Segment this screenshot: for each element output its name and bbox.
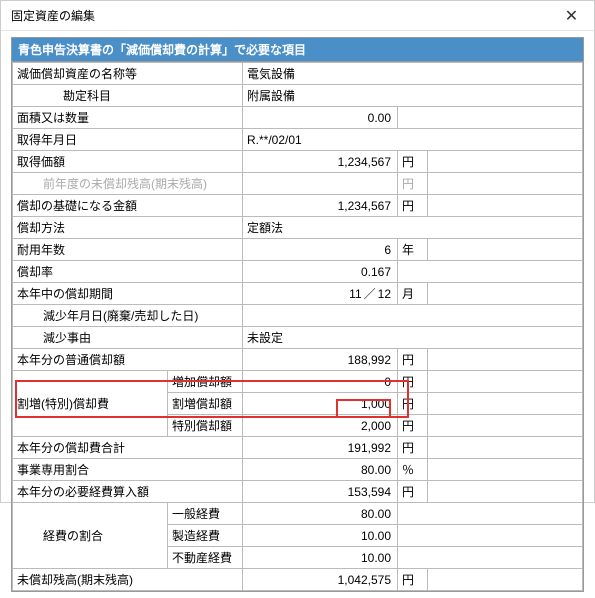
unit-sp-special: 円 bbox=[398, 415, 428, 437]
unit-period: 月 bbox=[398, 283, 428, 305]
unit-base: 円 bbox=[398, 195, 428, 217]
content: 青色申告決算書の「減価償却費の計算」で必要な項目 減価償却資産の名称等 電気設備… bbox=[1, 31, 594, 598]
label-exp-general: 一般経費 bbox=[168, 503, 243, 525]
label-acq-date: 取得年月日 bbox=[13, 129, 243, 151]
unit-ordinary: 円 bbox=[398, 349, 428, 371]
label-total: 本年分の償却費合計 bbox=[13, 437, 243, 459]
titlebar: 固定資産の編集 ✕ bbox=[1, 1, 594, 31]
label-area: 面積又は数量 bbox=[13, 107, 243, 129]
row-name: 減価償却資産の名称等 電気設備 bbox=[13, 63, 583, 85]
unit-acq-cost: 円 bbox=[398, 151, 428, 173]
unit-life: 年 bbox=[398, 239, 428, 261]
close-icon: ✕ bbox=[565, 6, 578, 26]
row-sp-inc: 割増(特別)償却費 増加償却額 0 円 bbox=[13, 371, 583, 393]
unit-remaining: 円 bbox=[398, 569, 428, 591]
value-sp-special[interactable]: 2,000 bbox=[243, 415, 398, 437]
label-acq-cost: 取得価額 bbox=[13, 151, 243, 173]
label-life: 耐用年数 bbox=[13, 239, 243, 261]
label-prev-bal: 前年度の未償却残高(期末残高) bbox=[13, 173, 243, 195]
value-acq-date[interactable]: R.**/02/01 bbox=[243, 129, 583, 151]
row-remaining: 未償却残高(期末残高) 1,042,575 円 bbox=[13, 569, 583, 591]
value-method[interactable]: 定額法 bbox=[243, 217, 583, 239]
row-account: 勘定科目 附属設備 bbox=[13, 85, 583, 107]
label-remaining: 未償却残高(期末残高) bbox=[13, 569, 243, 591]
row-exp-general: 経費の割合 一般経費 80.00 bbox=[13, 503, 583, 525]
value-account[interactable]: 附属設備 bbox=[243, 85, 583, 107]
form-table: 減価償却資産の名称等 電気設備 勘定科目 附属設備 面積又は数量 0.00 取得… bbox=[12, 62, 583, 591]
value-exp-mfg[interactable]: 10.00 bbox=[243, 525, 398, 547]
value-exp-re[interactable]: 10.00 bbox=[243, 547, 398, 569]
label-name: 減価償却資産の名称等 bbox=[13, 63, 243, 85]
row-ordinary: 本年分の普通償却額 188,992 円 bbox=[13, 349, 583, 371]
label-dec-date: 減少年月日(廃棄/売却した日) bbox=[13, 305, 243, 327]
unit-prev-bal: 円 bbox=[398, 173, 428, 195]
label-method: 償却方法 bbox=[13, 217, 243, 239]
value-base[interactable]: 1,234,567 bbox=[243, 195, 398, 217]
row-total: 本年分の償却費合計 191,992 円 bbox=[13, 437, 583, 459]
value-exp-general[interactable]: 80.00 bbox=[243, 503, 398, 525]
value-ordinary[interactable]: 188,992 bbox=[243, 349, 398, 371]
panel-header: 青色申告決算書の「減価償却費の計算」で必要な項目 bbox=[12, 38, 583, 62]
label-sp-special: 特別償却額 bbox=[168, 415, 243, 437]
window-title: 固定資産の編集 bbox=[11, 7, 95, 24]
value-period[interactable]: 11／12 bbox=[243, 283, 398, 305]
row-base: 償却の基礎になる金額 1,234,567 円 bbox=[13, 195, 583, 217]
unit-area bbox=[398, 107, 583, 129]
unit-necessary: 円 bbox=[398, 481, 428, 503]
value-dec-reason[interactable]: 未設定 bbox=[243, 327, 583, 349]
value-prev-bal bbox=[243, 173, 398, 195]
row-acq-date: 取得年月日 R.**/02/01 bbox=[13, 129, 583, 151]
row-rate: 償却率 0.167 bbox=[13, 261, 583, 283]
unit-sp-inc: 円 bbox=[398, 371, 428, 393]
value-area[interactable]: 0.00 bbox=[243, 107, 398, 129]
label-special-grp: 割増(特別)償却費 bbox=[13, 371, 168, 437]
row-period: 本年中の償却期間 11／12 月 bbox=[13, 283, 583, 305]
label-rate: 償却率 bbox=[13, 261, 243, 283]
row-area: 面積又は数量 0.00 bbox=[13, 107, 583, 129]
row-dec-date: 減少年月日(廃棄/売却した日) bbox=[13, 305, 583, 327]
label-biz-ratio: 事業専用割合 bbox=[13, 459, 243, 481]
row-method: 償却方法 定額法 bbox=[13, 217, 583, 239]
value-rate[interactable]: 0.167 bbox=[243, 261, 398, 283]
label-dec-reason: 減少事由 bbox=[13, 327, 243, 349]
label-period: 本年中の償却期間 bbox=[13, 283, 243, 305]
row-necessary: 本年分の必要経費算入額 153,594 円 bbox=[13, 481, 583, 503]
unit-sp-extra: 円 bbox=[398, 393, 428, 415]
row-acq-cost: 取得価額 1,234,567 円 bbox=[13, 151, 583, 173]
value-sp-extra[interactable]: 1,000 bbox=[243, 393, 398, 415]
value-total[interactable]: 191,992 bbox=[243, 437, 398, 459]
unit-total: 円 bbox=[398, 437, 428, 459]
label-exp-grp: 経費の割合 bbox=[13, 503, 168, 569]
label-necessary: 本年分の必要経費算入額 bbox=[13, 481, 243, 503]
value-necessary[interactable]: 153,594 bbox=[243, 481, 398, 503]
row-biz-ratio: 事業専用割合 80.00 ％ bbox=[13, 459, 583, 481]
value-sp-inc[interactable]: 0 bbox=[243, 371, 398, 393]
label-sp-extra: 割増償却額 bbox=[168, 393, 243, 415]
value-dec-date[interactable] bbox=[243, 305, 583, 327]
label-exp-mfg: 製造経費 bbox=[168, 525, 243, 547]
label-sp-inc: 増加償却額 bbox=[168, 371, 243, 393]
label-exp-re: 不動産経費 bbox=[168, 547, 243, 569]
unit-biz-ratio: ％ bbox=[398, 459, 428, 481]
label-base: 償却の基礎になる金額 bbox=[13, 195, 243, 217]
label-ordinary: 本年分の普通償却額 bbox=[13, 349, 243, 371]
panel: 青色申告決算書の「減価償却費の計算」で必要な項目 減価償却資産の名称等 電気設備… bbox=[11, 37, 584, 592]
row-dec-reason: 減少事由 未設定 bbox=[13, 327, 583, 349]
label-account: 勘定科目 bbox=[13, 85, 243, 107]
value-remaining[interactable]: 1,042,575 bbox=[243, 569, 398, 591]
window: 固定資産の編集 ✕ 青色申告決算書の「減価償却費の計算」で必要な項目 減価償却資… bbox=[0, 0, 595, 503]
row-prev-bal: 前年度の未償却残高(期末残高) 円 bbox=[13, 173, 583, 195]
value-acq-cost[interactable]: 1,234,567 bbox=[243, 151, 398, 173]
close-button[interactable]: ✕ bbox=[549, 1, 594, 31]
value-biz-ratio[interactable]: 80.00 bbox=[243, 459, 398, 481]
value-life[interactable]: 6 bbox=[243, 239, 398, 261]
row-life: 耐用年数 6 年 bbox=[13, 239, 583, 261]
value-name[interactable]: 電気設備 bbox=[243, 63, 583, 85]
